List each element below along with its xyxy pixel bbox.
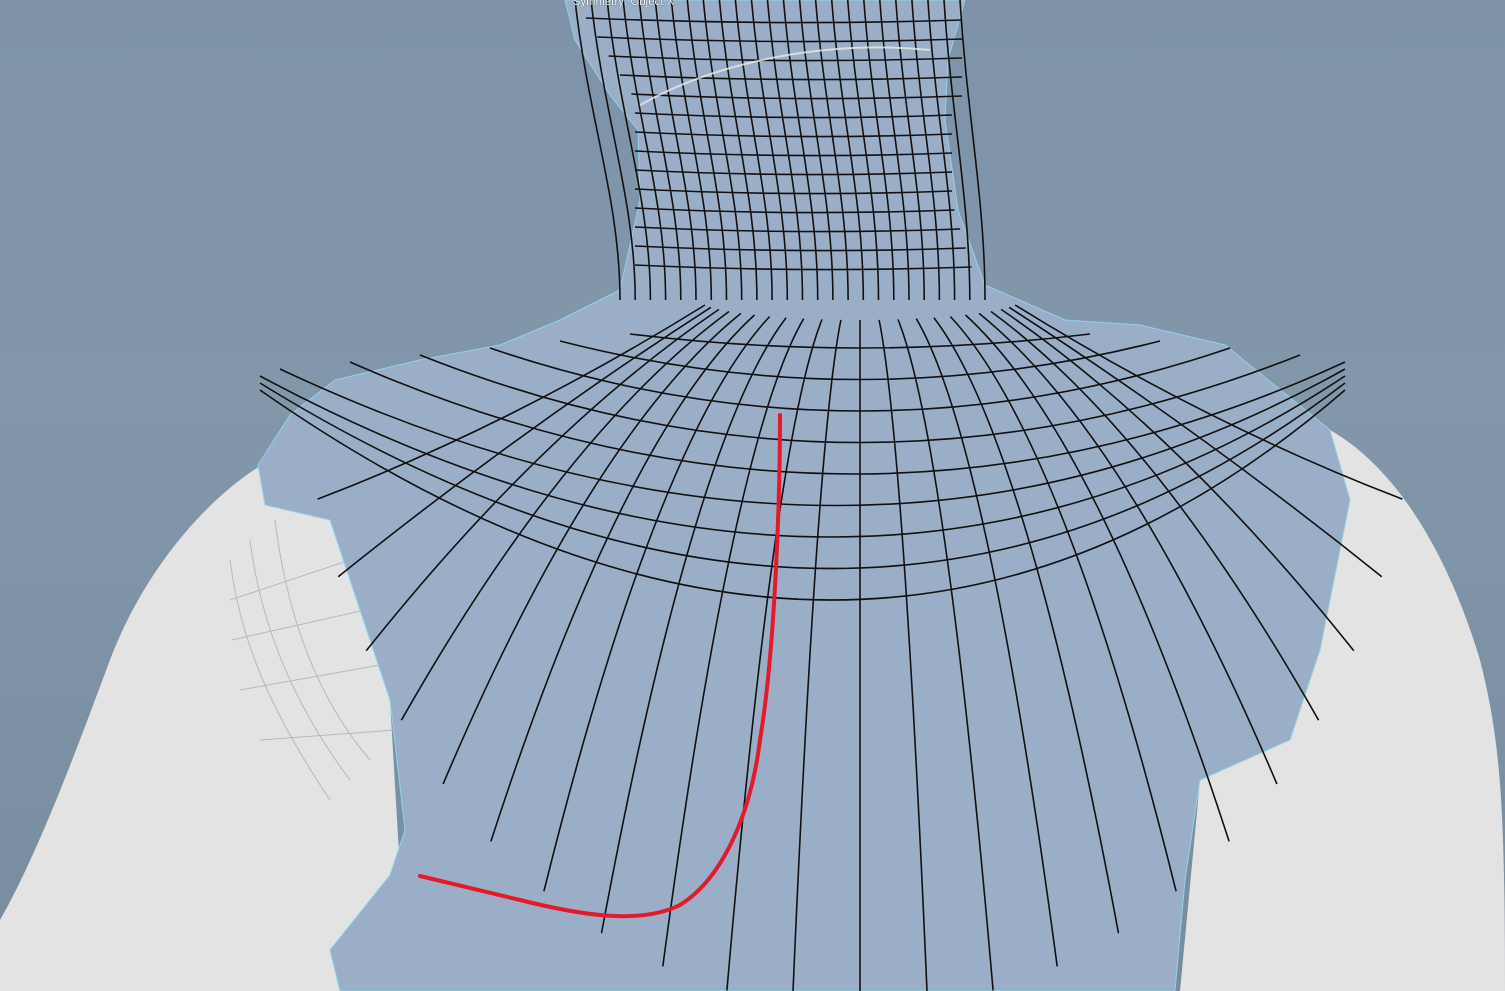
- torso-mesh[interactable]: [257, 0, 1351, 991]
- 3d-scene[interactable]: [0, 0, 1505, 991]
- symmetry-hud-label: Symmetry: Object X: [573, 0, 675, 8]
- maya-viewport[interactable]: Symmetry: Object X: [0, 0, 1505, 991]
